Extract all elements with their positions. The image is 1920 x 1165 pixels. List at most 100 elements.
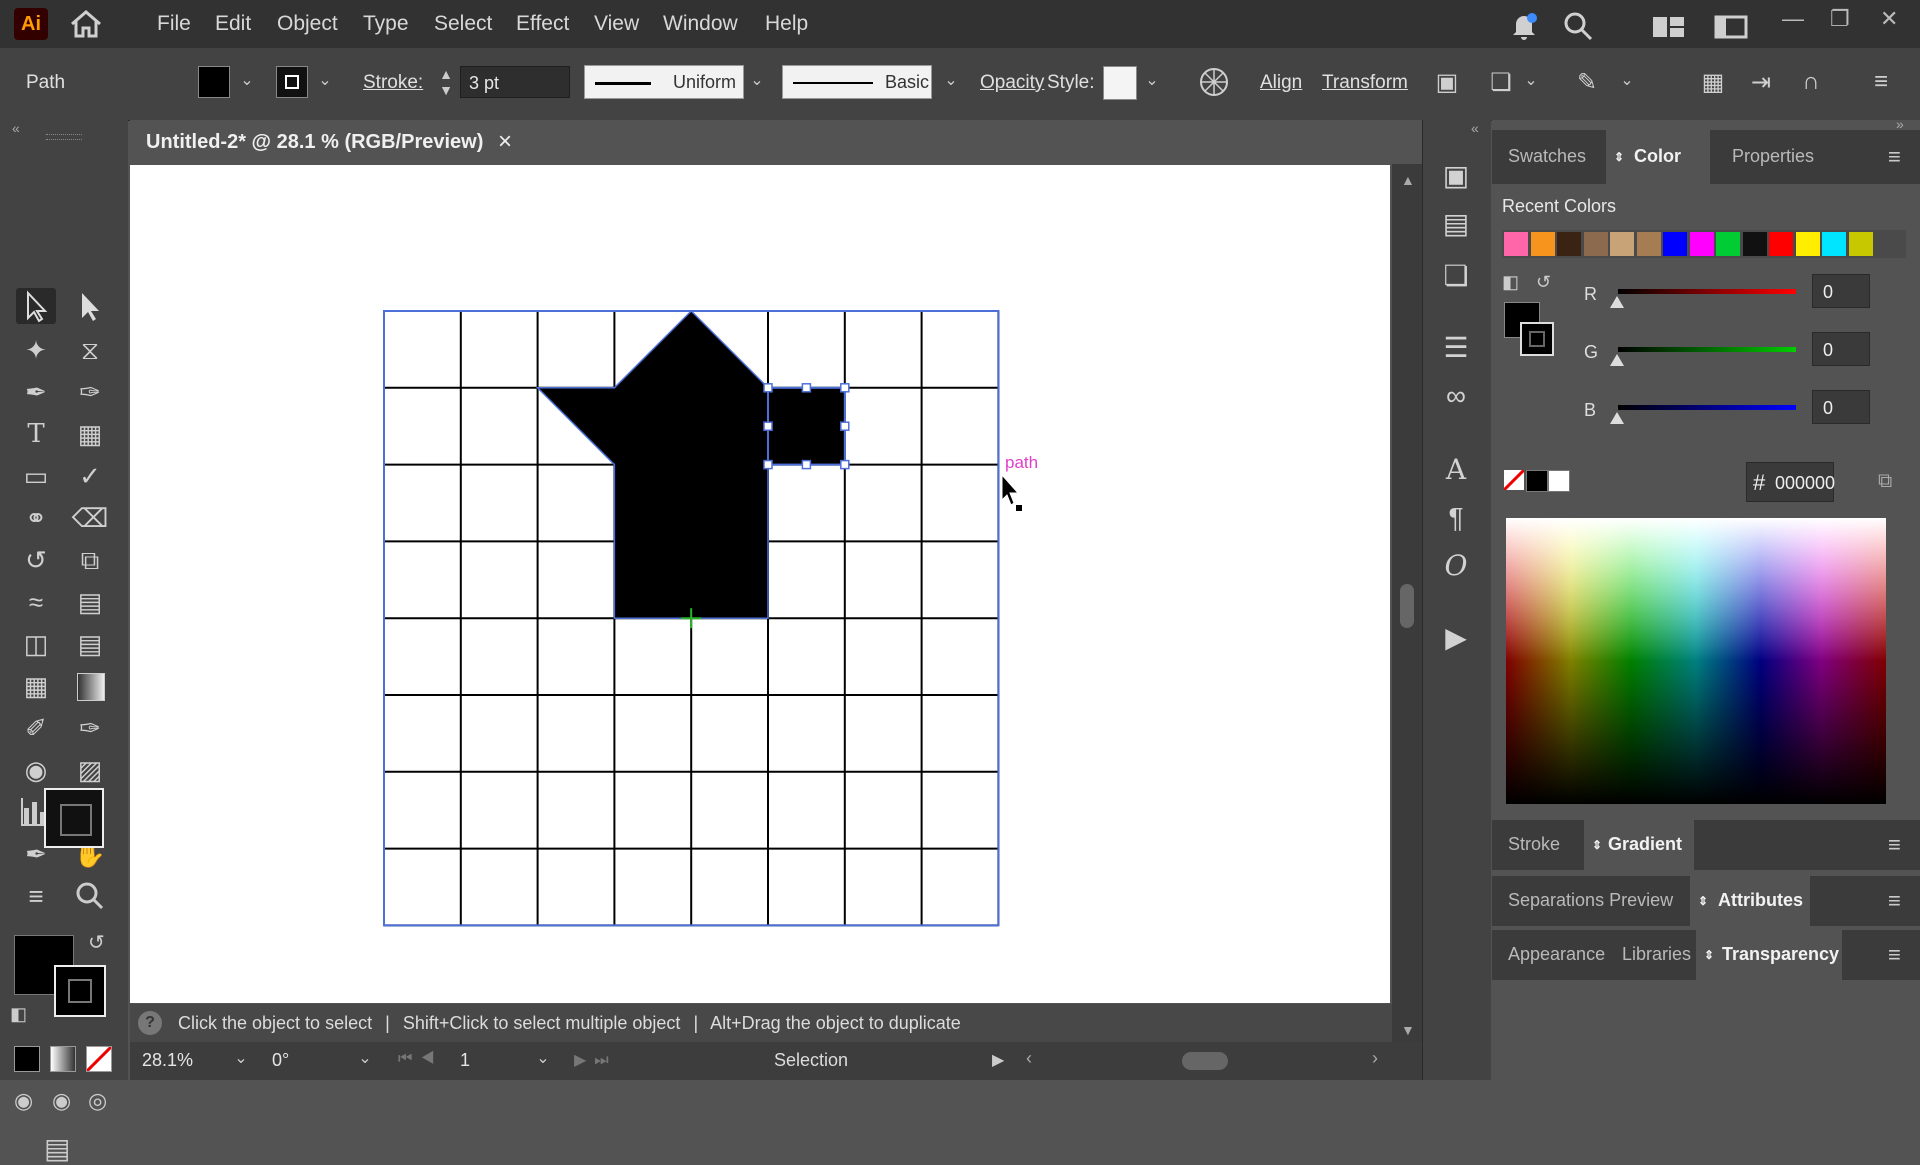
fill-dropdown-icon[interactable]: ⌄ xyxy=(234,66,260,96)
collapse-toolbar-icon[interactable]: « xyxy=(12,120,20,136)
tab-attributes[interactable]: Attributes xyxy=(1718,890,1803,911)
document-tab[interactable]: Untitled-2* @ 28.1 % (RGB/Preview) × xyxy=(134,120,530,164)
shaper-tool-icon[interactable]: ⚭ xyxy=(16,500,56,536)
attributes-panel-menu-icon[interactable]: ≡ xyxy=(1888,888,1901,914)
none-color-swatch[interactable] xyxy=(1504,470,1524,490)
measure-tool-icon[interactable]: ✑ xyxy=(70,710,110,746)
stroke-profile-dropdown[interactable]: Uniform xyxy=(584,65,744,99)
selection-handle[interactable] xyxy=(801,383,812,393)
tab-color[interactable]: Color xyxy=(1634,146,1681,167)
g-value-field[interactable]: 0 xyxy=(1812,332,1870,366)
character-panel-icon[interactable]: A xyxy=(1434,450,1478,490)
stroke-weight-field[interactable]: 3 pt xyxy=(460,66,570,98)
shape-builder-icon[interactable]: ∩ xyxy=(1794,68,1828,96)
tab-attributes-arrows-icon[interactable]: ⇕ xyxy=(1698,894,1708,908)
artboards-panel-icon[interactable]: ▣ xyxy=(1434,156,1478,196)
tab-transparency-arrows-icon[interactable]: ⇕ xyxy=(1704,948,1714,962)
direct-selection-tool-icon[interactable] xyxy=(70,288,110,324)
menu-type[interactable]: Type xyxy=(363,12,409,36)
toolbar-grip[interactable] xyxy=(46,134,82,140)
workspace-icon[interactable] xyxy=(1652,14,1686,40)
draw-inside-icon[interactable]: ◎ xyxy=(88,1088,107,1114)
eyedropper-tool-icon[interactable]: ✐ xyxy=(16,710,56,746)
selection-handle[interactable] xyxy=(840,421,850,431)
stroke-profile-chevron-icon[interactable]: ⌄ xyxy=(744,66,770,96)
color-mode-options-icon[interactable]: ⧉ xyxy=(1878,470,1892,493)
artwork[interactable]: path xyxy=(130,165,1390,1003)
tab-gradient[interactable]: Gradient xyxy=(1608,834,1682,855)
draw-normal-icon[interactable]: ◉ xyxy=(14,1088,33,1114)
menu-select[interactable]: Select xyxy=(434,12,492,36)
gradient-panel-menu-icon[interactable]: ≡ xyxy=(1888,832,1901,858)
clipping-chevron-icon[interactable]: ⌄ xyxy=(1518,66,1544,96)
envelope-icon[interactable]: ✎ xyxy=(1570,68,1604,97)
eraser-tool-icon[interactable]: ⌫ xyxy=(70,500,110,536)
paintbrush-tool-icon[interactable]: ✓ xyxy=(70,458,110,494)
tab-properties[interactable]: Properties xyxy=(1732,146,1814,167)
stroke-dropdown-icon[interactable]: ⌄ xyxy=(312,66,338,96)
stroke-stepper[interactable]: ▲ ▼ xyxy=(436,66,456,100)
default-colors-icon[interactable]: ◧ xyxy=(1502,272,1524,294)
shape-builder-tool-icon[interactable]: ◫ xyxy=(16,626,56,662)
scroll-right-icon[interactable]: › xyxy=(1372,1048,1378,1069)
default-fill-stroke-icon[interactable]: ◧ xyxy=(10,1004,27,1025)
blend-tool-icon[interactable]: ◉ xyxy=(16,752,56,788)
recent-color-swatch[interactable] xyxy=(1822,232,1846,256)
table-tool-icon[interactable]: ▦ xyxy=(70,416,110,452)
selection-handle[interactable] xyxy=(763,383,773,393)
stroke-label[interactable]: Stroke: xyxy=(363,72,423,94)
menu-help[interactable]: Help xyxy=(765,12,808,36)
transparency-panel-menu-icon[interactable]: ≡ xyxy=(1888,942,1901,968)
black-color-swatch[interactable] xyxy=(1526,470,1548,492)
recent-color-swatch[interactable] xyxy=(1504,232,1528,256)
horizontal-scroll-thumb[interactable] xyxy=(1182,1052,1228,1070)
opacity-label[interactable]: Opacity xyxy=(980,72,1044,94)
status-menu-arrow-icon[interactable]: ▶ xyxy=(992,1050,1004,1070)
recent-color-swatch[interactable] xyxy=(1636,232,1661,256)
free-transform-tool-icon[interactable]: ▤ xyxy=(70,584,110,620)
selected-square[interactable] xyxy=(767,386,846,466)
recent-color-swatch[interactable] xyxy=(1848,232,1873,256)
color-panel-menu-icon[interactable]: ≡ xyxy=(1888,144,1901,170)
tab-swatches[interactable]: Swatches xyxy=(1508,146,1586,167)
recent-color-swatch[interactable] xyxy=(1689,232,1714,256)
rotate-tool-icon[interactable]: ↺ xyxy=(16,542,56,578)
none-mode-icon[interactable] xyxy=(86,1046,112,1072)
r-slider-thumb[interactable] xyxy=(1610,296,1624,308)
gradient-mode-icon[interactable] xyxy=(50,1046,76,1072)
selection-handle[interactable] xyxy=(801,459,812,470)
menu-view[interactable]: View xyxy=(594,12,639,36)
recent-color-swatch[interactable] xyxy=(1663,232,1687,256)
artboard-chevron-icon[interactable]: ⌄ xyxy=(530,1044,556,1074)
tab-separations-preview[interactable]: Separations Preview xyxy=(1508,890,1673,911)
hex-field[interactable]: # 000000 xyxy=(1746,462,1835,502)
search-icon[interactable] xyxy=(1562,10,1594,42)
vertical-scrollbar[interactable]: ▲ ▼ xyxy=(1392,164,1422,1042)
stroke-swatch[interactable] xyxy=(276,66,308,98)
color-spectrum[interactable] xyxy=(1506,518,1886,804)
artboard-nav-next-icons[interactable]: ▶⏭ xyxy=(574,1050,617,1070)
tab-collapse-arrows-icon[interactable]: ⇕ xyxy=(1614,150,1624,164)
brush-chevron-icon[interactable]: ⌄ xyxy=(938,66,964,96)
swap-fill-stroke-icon[interactable]: ↺ xyxy=(88,930,105,955)
layers-panel-icon[interactable]: ☰ xyxy=(1434,328,1478,368)
artboard-nav-prev-icons[interactable]: ⏮◀ xyxy=(398,1050,443,1068)
vertical-scroll-thumb[interactable] xyxy=(1400,584,1414,628)
warp-tool-icon[interactable]: ≈ xyxy=(16,584,56,620)
scale-tool-icon[interactable]: ⧉ xyxy=(70,542,110,578)
type-tool-icon[interactable]: T xyxy=(16,416,56,452)
draw-behind-icon[interactable]: ◉ xyxy=(52,1088,71,1114)
perspective-grid-tool-icon[interactable]: ▤ xyxy=(70,626,110,662)
clipping-mask-icon[interactable]: ❏ xyxy=(1484,68,1518,97)
recent-color-swatch[interactable] xyxy=(1557,232,1581,256)
style-chevron-icon[interactable]: ⌄ xyxy=(1139,66,1165,96)
isolate-icon[interactable]: ▣ xyxy=(1430,68,1464,97)
tab-gradient-arrows-icon[interactable]: ⇕ xyxy=(1592,838,1602,852)
selection-handle[interactable] xyxy=(763,421,773,431)
b-slider-track[interactable] xyxy=(1618,405,1796,410)
tab-transparency[interactable]: Transparency xyxy=(1722,944,1839,965)
mesh-tool-icon[interactable]: ▦ xyxy=(16,668,56,704)
menu-effect[interactable]: Effect xyxy=(516,12,569,36)
r-value-field[interactable]: 0 xyxy=(1812,274,1870,308)
b-slider-thumb[interactable] xyxy=(1610,412,1624,424)
